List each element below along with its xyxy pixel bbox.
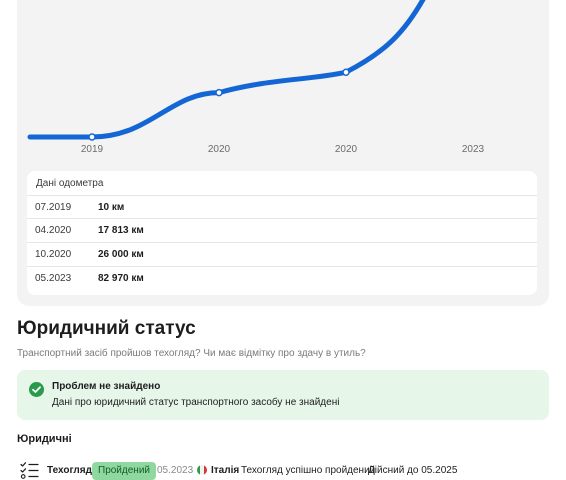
x-tick-label: 2020 [207, 144, 231, 155]
no-problems-alert: Проблем не знайдено Дані про юридичний с… [17, 370, 549, 420]
inspection-label: Техогляд [47, 465, 92, 476]
inspection-status-badge: Пройдений [92, 462, 156, 480]
table-row: 10.2020 26 000 км [27, 242, 537, 265]
row-mileage: 26 000 км [98, 249, 144, 260]
inspection-valid-until: Дійсний до 05.2025 [368, 465, 458, 476]
x-tick-label: 2023 [461, 144, 485, 155]
table-row: 04.2020 17 813 км [27, 218, 537, 241]
inspection-result: Техогляд успішно пройдений [241, 465, 376, 476]
inspection-date: 05.2023 [157, 465, 194, 476]
legal-status-subtitle: Транспортний засіб пройшов техогляд? Чи … [17, 348, 366, 359]
row-date: 05.2023 [35, 273, 72, 284]
odometer-chart [27, 0, 426, 141]
checklist-icon [20, 461, 40, 479]
row-date: 04.2020 [35, 225, 72, 236]
odometer-point [342, 68, 350, 76]
table-row: 05.2023 82 970 км [27, 266, 537, 289]
check-icon [29, 382, 44, 397]
row-date: 10.2020 [35, 249, 72, 260]
inspection-country: Італія [211, 465, 240, 476]
alert-text: Дані про юридичний статус транспортного … [52, 397, 340, 408]
odometer-point [88, 133, 96, 141]
row-date: 07.2019 [35, 202, 72, 213]
legal-section-title: Юридичні [17, 433, 72, 445]
row-mileage: 82 970 км [98, 273, 144, 284]
alert-title: Проблем не знайдено [52, 381, 161, 392]
x-tick-label: 2020 [334, 144, 358, 155]
x-tick-label: 2019 [80, 144, 104, 155]
odometer-table-title: Дані одометра [36, 178, 104, 189]
row-mileage: 10 км [98, 202, 125, 213]
italy-flag-icon [197, 465, 207, 475]
odometer-table: Дані одометра 07.2019 10 км 04.2020 17 8… [27, 171, 537, 295]
odometer-line [27, 0, 426, 140]
row-mileage: 17 813 км [98, 225, 144, 236]
odometer-point [215, 88, 223, 97]
table-row: 07.2019 10 км [27, 195, 537, 218]
legal-status-title: Юридичний статус [17, 318, 196, 339]
